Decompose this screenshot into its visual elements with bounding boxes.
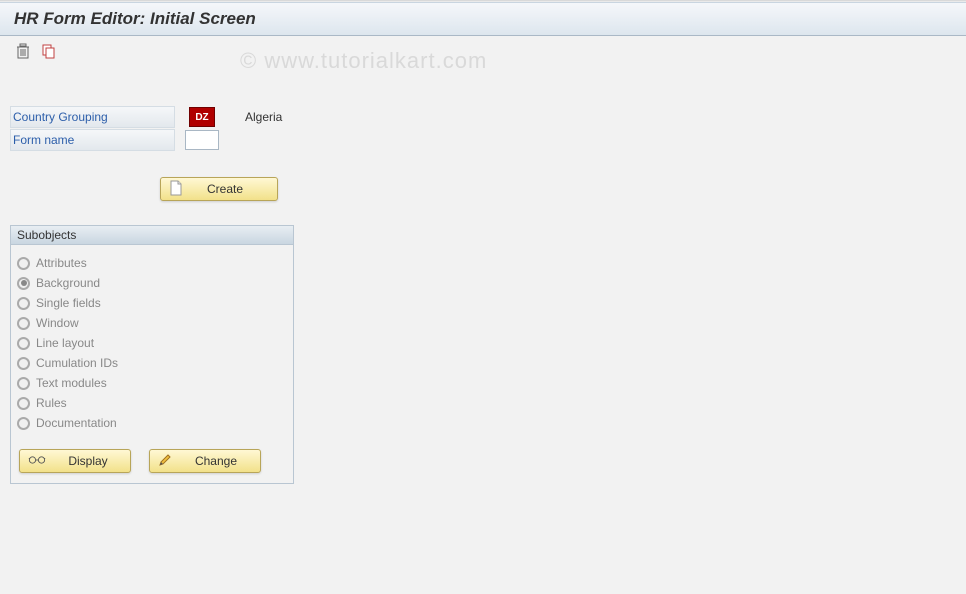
form-name-label: Form name bbox=[10, 129, 175, 151]
radio-cumulation-ids[interactable]: Cumulation IDs bbox=[17, 353, 287, 373]
display-button[interactable]: Display bbox=[19, 449, 131, 473]
radio-icon bbox=[17, 297, 30, 310]
radio-icon bbox=[17, 377, 30, 390]
radio-label: Window bbox=[36, 316, 79, 330]
toolbar bbox=[0, 36, 966, 66]
document-icon bbox=[169, 180, 183, 199]
radio-icon bbox=[17, 317, 30, 330]
radio-label: Documentation bbox=[36, 416, 117, 430]
radio-rules[interactable]: Rules bbox=[17, 393, 287, 413]
radio-icon bbox=[17, 417, 30, 430]
change-button[interactable]: Change bbox=[149, 449, 261, 473]
radio-label: Text modules bbox=[36, 376, 107, 390]
glasses-icon bbox=[28, 454, 46, 468]
radio-label: Line layout bbox=[36, 336, 94, 350]
radio-label: Single fields bbox=[36, 296, 101, 310]
change-button-label: Change bbox=[180, 454, 252, 468]
radio-label: Rules bbox=[36, 396, 67, 410]
radio-icon bbox=[17, 357, 30, 370]
country-grouping-row: Country Grouping DZ Algeria bbox=[10, 106, 956, 128]
radio-label: Cumulation IDs bbox=[36, 356, 118, 370]
radio-icon bbox=[17, 277, 30, 290]
subobjects-title: Subobjects bbox=[11, 226, 293, 245]
create-button[interactable]: Create bbox=[160, 177, 278, 201]
copy-icon[interactable] bbox=[40, 42, 58, 60]
display-button-label: Display bbox=[54, 454, 122, 468]
radio-label: Background bbox=[36, 276, 100, 290]
radio-window[interactable]: Window bbox=[17, 313, 287, 333]
content-area: Country Grouping DZ Algeria Form name Cr… bbox=[0, 66, 966, 494]
form-name-row: Form name bbox=[10, 129, 956, 151]
country-grouping-text: Algeria bbox=[245, 110, 282, 124]
subobjects-group: Subobjects Attributes Background Single … bbox=[10, 225, 294, 484]
radio-icon bbox=[17, 397, 30, 410]
subobjects-buttons: Display Change bbox=[11, 443, 293, 483]
page-header: HR Form Editor: Initial Screen bbox=[0, 3, 966, 36]
radio-text-modules[interactable]: Text modules bbox=[17, 373, 287, 393]
radio-icon bbox=[17, 337, 30, 350]
radio-icon bbox=[17, 257, 30, 270]
country-grouping-code[interactable]: DZ bbox=[189, 107, 215, 127]
delete-icon[interactable] bbox=[14, 42, 32, 60]
subobjects-list: Attributes Background Single fields Wind… bbox=[11, 245, 293, 443]
form-name-input[interactable] bbox=[185, 130, 219, 150]
radio-documentation[interactable]: Documentation bbox=[17, 413, 287, 433]
radio-background[interactable]: Background bbox=[17, 273, 287, 293]
radio-label: Attributes bbox=[36, 256, 87, 270]
radio-attributes[interactable]: Attributes bbox=[17, 253, 287, 273]
create-button-label: Create bbox=[191, 182, 269, 196]
country-grouping-label: Country Grouping bbox=[10, 106, 175, 128]
page-title: HR Form Editor: Initial Screen bbox=[14, 9, 952, 29]
pencil-icon bbox=[158, 453, 172, 470]
radio-line-layout[interactable]: Line layout bbox=[17, 333, 287, 353]
radio-single-fields[interactable]: Single fields bbox=[17, 293, 287, 313]
